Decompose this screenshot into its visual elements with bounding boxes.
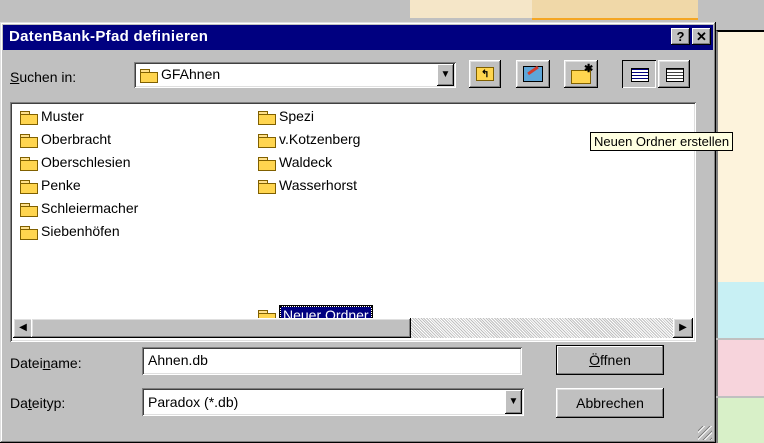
lookin-label: Suchen in:: [10, 69, 77, 85]
folder-icon: [140, 68, 158, 83]
background-panel: [716, 398, 764, 443]
up-folder-icon[interactable]: ↰: [469, 60, 501, 88]
new-folder-icon[interactable]: ✱: [564, 60, 598, 88]
filetype-value: Paradox (*.db): [148, 394, 239, 410]
filetype-select[interactable]: Paradox (*.db) ▼: [142, 388, 524, 416]
list-item-label: Muster: [41, 108, 84, 124]
list-item[interactable]: Penke: [20, 176, 81, 195]
list-item[interactable]: Siebenhöfen: [20, 222, 120, 241]
list-item-label: Wasserhorst: [279, 177, 358, 193]
background-panel: [532, 0, 698, 20]
save-dialog: DatenBank-Pfad definieren ? ✕ Suchen in:…: [0, 22, 734, 443]
lookin-dropdown-button[interactable]: ▼: [437, 64, 454, 86]
background-panel: [716, 340, 764, 396]
list-item-label: v.Kotzenberg: [279, 131, 361, 147]
list-view-icon[interactable]: [622, 60, 656, 88]
scrollbar-thumb[interactable]: [31, 318, 411, 338]
folder-icon: [258, 133, 276, 148]
folder-icon: [20, 110, 38, 125]
list-item[interactable]: Schleiermacher: [20, 199, 138, 218]
background-panel: [410, 0, 532, 18]
lookin-value: GFAhnen: [161, 66, 221, 82]
list-item-label: Waldeck: [279, 154, 333, 170]
list-item[interactable]: Wasserhorst: [258, 176, 357, 195]
folder-icon: [258, 110, 276, 125]
folder-icon: [20, 225, 38, 240]
tooltip: Neuen Ordner erstellen: [590, 132, 734, 151]
lookin-combobox[interactable]: GFAhnen ▼: [134, 62, 456, 88]
list-item-label: Oberbracht: [41, 131, 112, 147]
folder-icon: [258, 156, 276, 171]
scroll-left-button[interactable]: ◀: [13, 318, 33, 338]
list-item-label: Penke: [41, 177, 81, 193]
folder-icon: [20, 133, 38, 148]
list-item-label: Schleiermacher: [41, 200, 139, 216]
list-item[interactable]: Muster: [20, 107, 84, 126]
list-item-label: Siebenhöfen: [41, 223, 120, 239]
background-panel: [716, 282, 764, 338]
list-item[interactable]: v.Kotzenberg: [258, 130, 360, 149]
desktop-icon[interactable]: [516, 60, 550, 88]
list-item-label: Oberschlesien: [41, 154, 131, 170]
horizontal-scrollbar[interactable]: ◀ ▶: [13, 318, 693, 338]
title-bar[interactable]: DatenBank-Pfad definieren ? ✕: [3, 25, 713, 50]
list-item[interactable]: Oberschlesien: [20, 153, 131, 172]
help-button[interactable]: ?: [671, 28, 690, 45]
folder-icon: [20, 156, 38, 171]
filetype-label: Dateityp:: [10, 395, 66, 411]
filename-value: Ahnen.db: [148, 352, 208, 368]
scroll-right-button[interactable]: ▶: [673, 318, 693, 338]
dialog-title: DatenBank-Pfad definieren: [9, 28, 209, 45]
details-view-icon[interactable]: [658, 60, 690, 88]
list-item[interactable]: Waldeck: [258, 153, 332, 172]
list-item-label: Spezi: [279, 108, 315, 124]
cancel-button[interactable]: Abbrechen: [556, 388, 664, 418]
folder-icon: [258, 179, 276, 194]
background-panel: [716, 30, 764, 282]
resize-grip[interactable]: [698, 426, 712, 440]
list-item[interactable]: Spezi: [258, 107, 314, 126]
filename-input[interactable]: Ahnen.db: [142, 347, 522, 375]
list-item[interactable]: Oberbracht: [20, 130, 111, 149]
filename-label: Dateiname:: [10, 355, 82, 371]
folder-icon: [20, 179, 38, 194]
folder-icon: [20, 202, 38, 217]
close-button[interactable]: ✕: [692, 28, 711, 45]
open-button[interactable]: Öffnen: [556, 345, 664, 375]
filetype-dropdown-button[interactable]: ▼: [505, 390, 522, 414]
